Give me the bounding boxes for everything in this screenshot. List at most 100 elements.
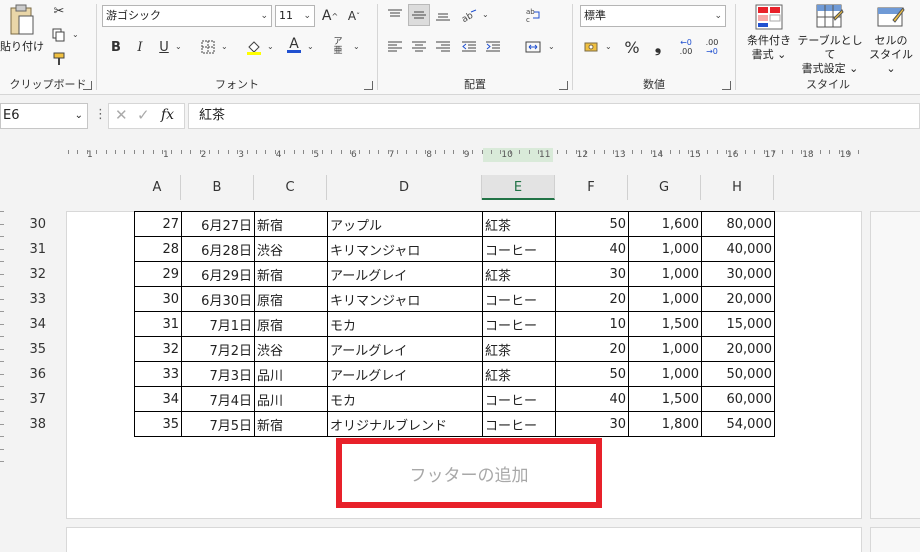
column-header-a[interactable]: A (134, 175, 181, 200)
borders-icon[interactable] (197, 36, 219, 58)
font-color-icon[interactable]: A (283, 34, 305, 56)
grow-font-button[interactable]: A ^ (319, 5, 341, 27)
phonetic-dropdown-icon[interactable]: ⌄ (353, 42, 360, 51)
cell-g[interactable]: 1,500 (628, 311, 702, 337)
font-launcher-icon[interactable] (364, 81, 373, 90)
cell-h[interactable]: 20,000 (701, 336, 775, 362)
cell-e[interactable]: コーヒー (482, 286, 556, 312)
cell-f[interactable]: 50 (555, 211, 629, 237)
cell-e[interactable]: 紅茶 (482, 361, 556, 387)
cell-c[interactable]: 新宿 (254, 411, 328, 437)
cell-d[interactable]: キリマンジャロ (327, 236, 483, 262)
cell-f[interactable]: 10 (555, 311, 629, 337)
cell-f[interactable]: 30 (555, 261, 629, 287)
cell-f[interactable]: 40 (555, 236, 629, 262)
row-header[interactable]: 34 (22, 312, 46, 337)
column-header-f[interactable]: F (555, 175, 628, 200)
enter-icon[interactable]: ✓ (137, 106, 150, 124)
increase-decimal-button[interactable]: ←0.00 (675, 36, 697, 58)
alignment-launcher-icon[interactable] (559, 81, 568, 90)
align-middle-icon[interactable] (408, 4, 430, 26)
column-header-c[interactable]: C (254, 175, 327, 200)
cancel-icon[interactable]: ✕ (115, 106, 128, 124)
align-top-icon[interactable] (384, 4, 406, 26)
italic-button[interactable]: I (129, 36, 151, 58)
cell-g[interactable]: 1,500 (628, 386, 702, 412)
row-header[interactable]: 35 (22, 337, 46, 362)
copy-dropdown-icon[interactable]: ⌄ (72, 30, 79, 39)
cell-b[interactable]: 6月29日 (181, 261, 255, 287)
cell-f[interactable]: 50 (555, 361, 629, 387)
merge-center-icon[interactable] (522, 36, 544, 58)
column-header-d[interactable]: D (327, 175, 482, 200)
cell-e[interactable]: コーヒー (482, 311, 556, 337)
underline-dropdown-icon[interactable]: ⌄ (175, 42, 182, 51)
cell-a[interactable]: 35 (134, 411, 182, 437)
format-as-table-button[interactable]: テーブルとして 書式設定 ⌄ (796, 4, 864, 76)
row-header[interactable]: 32 (22, 262, 46, 287)
clipboard-launcher-icon[interactable] (83, 81, 92, 90)
paste-button[interactable]: 貼り付け (0, 4, 44, 54)
cell-d[interactable]: モカ (327, 386, 483, 412)
cell-e[interactable]: 紅茶 (482, 261, 556, 287)
comma-style-button[interactable]: ❟ (647, 36, 669, 58)
cell-b[interactable]: 7月2日 (181, 336, 255, 362)
align-bottom-icon[interactable] (432, 4, 454, 26)
cell-a[interactable]: 28 (134, 236, 182, 262)
row-header[interactable]: 36 (22, 362, 46, 387)
cell-b[interactable]: 7月1日 (181, 311, 255, 337)
fill-color-icon[interactable] (243, 36, 265, 58)
cell-g[interactable]: 1,600 (628, 211, 702, 237)
cell-c[interactable]: 品川 (254, 361, 328, 387)
align-left-icon[interactable] (384, 36, 406, 58)
orientation-icon[interactable]: ab (458, 4, 480, 26)
cut-icon[interactable]: ✂ (48, 0, 70, 22)
row-header[interactable]: 33 (22, 287, 46, 312)
cell-b[interactable]: 6月30日 (181, 286, 255, 312)
cell-c[interactable]: 原宿 (254, 311, 328, 337)
cell-d[interactable]: アールグレイ (327, 261, 483, 287)
font-color-dropdown-icon[interactable]: ⌄ (307, 42, 314, 51)
chevron-down-icon[interactable]: ⌄ (75, 104, 83, 128)
cell-e[interactable]: 紅茶 (482, 211, 556, 237)
cell-g[interactable]: 1,000 (628, 236, 702, 262)
cell-a[interactable]: 34 (134, 386, 182, 412)
font-size-select[interactable]: 11 ⌄ (275, 5, 315, 27)
format-painter-icon[interactable] (48, 48, 70, 70)
cell-b[interactable]: 7月3日 (181, 361, 255, 387)
number-launcher-icon[interactable] (722, 81, 731, 90)
cell-e[interactable]: コーヒー (482, 236, 556, 262)
percent-style-button[interactable]: % (621, 36, 643, 58)
cell-h[interactable]: 15,000 (701, 311, 775, 337)
cell-e[interactable]: コーヒー (482, 386, 556, 412)
cell-d[interactable]: アールグレイ (327, 336, 483, 362)
add-footer-button[interactable]: フッターの追加 (336, 438, 602, 508)
cell-g[interactable]: 1,000 (628, 361, 702, 387)
borders-dropdown-icon[interactable]: ⌄ (221, 42, 228, 51)
cell-d[interactable]: オリジナルブレンド (327, 411, 483, 437)
cell-a[interactable]: 27 (134, 211, 182, 237)
cell-c[interactable]: 原宿 (254, 286, 328, 312)
cell-e[interactable]: コーヒー (482, 411, 556, 437)
row-header[interactable]: 31 (22, 237, 46, 262)
font-name-select[interactable]: 游ゴシック ⌄ (102, 5, 272, 27)
decrease-decimal-button[interactable]: .00 →0 (701, 36, 723, 58)
cell-f[interactable]: 30 (555, 411, 629, 437)
column-header-g[interactable]: G (628, 175, 701, 200)
cell-a[interactable]: 30 (134, 286, 182, 312)
cell-h[interactable]: 54,000 (701, 411, 775, 437)
cell-h[interactable]: 50,000 (701, 361, 775, 387)
shrink-font-button[interactable]: Aˇ (343, 5, 365, 27)
cell-a[interactable]: 33 (134, 361, 182, 387)
cell-f[interactable]: 40 (555, 386, 629, 412)
cell-b[interactable]: 7月4日 (181, 386, 255, 412)
cell-a[interactable]: 32 (134, 336, 182, 362)
cell-styles-button[interactable]: セルの スタイル ⌄ (864, 4, 918, 76)
cell-a[interactable]: 31 (134, 311, 182, 337)
cell-h[interactable]: 40,000 (701, 236, 775, 262)
fill-color-dropdown-icon[interactable]: ⌄ (267, 42, 274, 51)
cell-b[interactable]: 6月28日 (181, 236, 255, 262)
column-header-h[interactable]: H (701, 175, 774, 200)
conditional-formatting-button[interactable]: 条件付き 書式 ⌄ (740, 4, 798, 62)
cell-b[interactable]: 7月5日 (181, 411, 255, 437)
